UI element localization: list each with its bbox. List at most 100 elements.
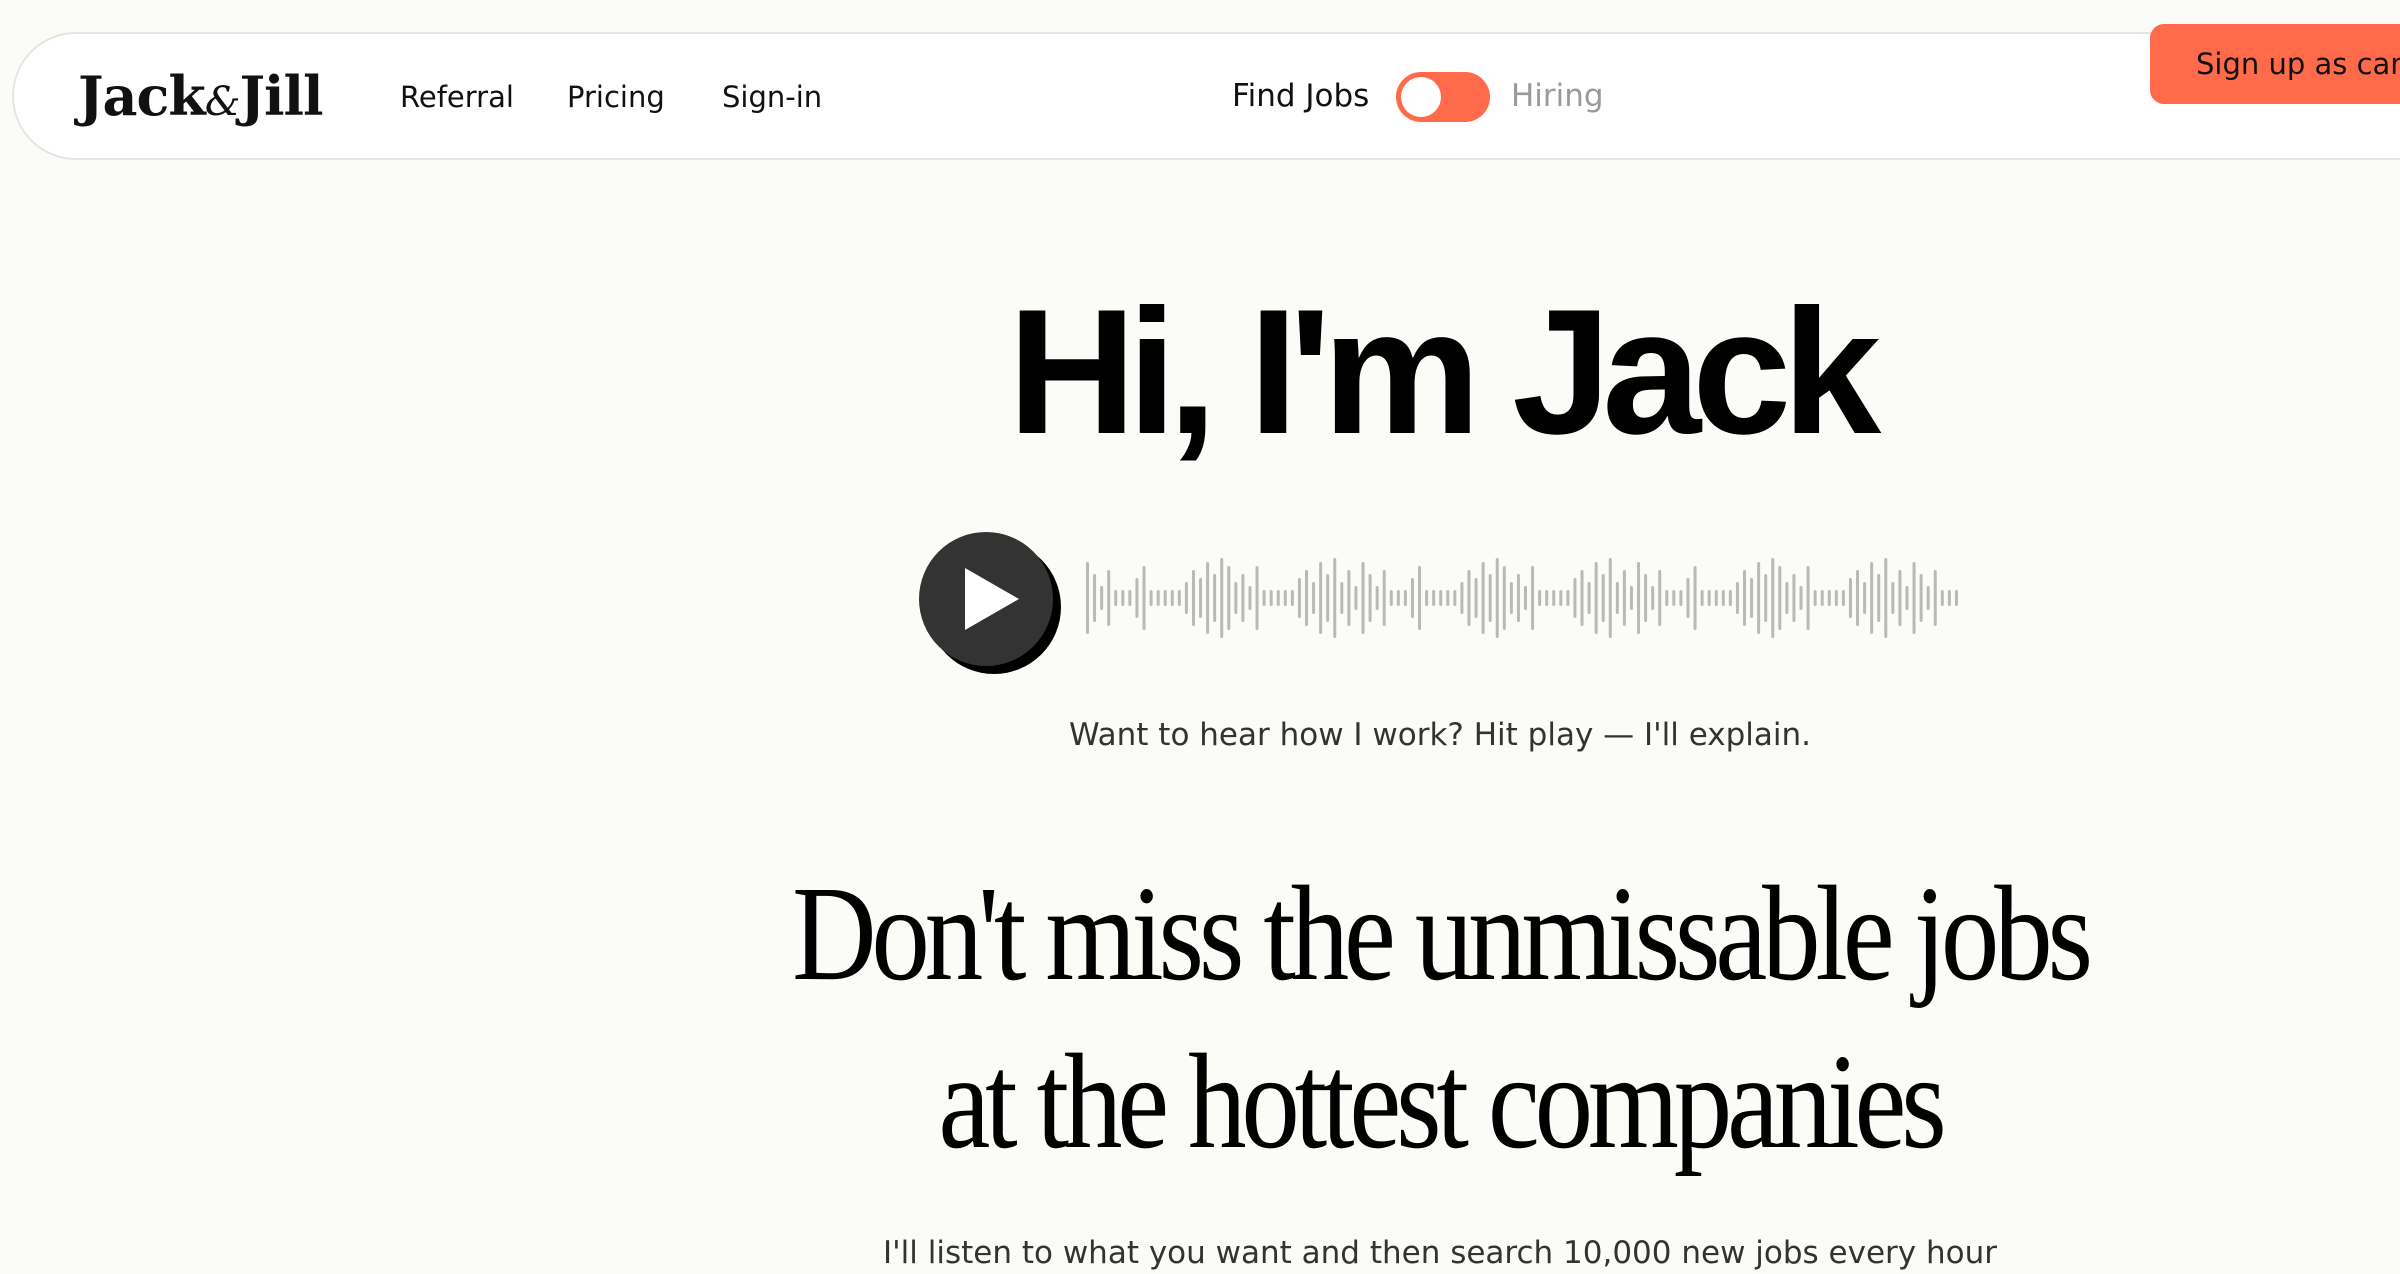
waveform-bar [1820,590,1824,606]
waveform-bar [1269,590,1273,606]
waveform-bar [1573,578,1577,618]
waveform-bar [1347,570,1351,626]
waveform-bar [1170,590,1174,606]
waveform-bar [1439,590,1443,606]
waveform-bar [1637,562,1641,634]
waveform-bar [1114,590,1118,606]
audio-waveform-icon[interactable] [1086,556,1962,640]
waveform-bar [1884,558,1888,638]
waveform-bar [1149,590,1153,606]
waveform-bar [1354,586,1358,610]
waveform-bar [1933,570,1937,626]
waveform-bar [1856,570,1860,626]
waveform-bar [1566,590,1570,606]
waveform-bar [1587,582,1591,614]
waveform-bar [1248,586,1252,610]
waveform-bar [1199,578,1203,618]
waveform-bar [1142,566,1146,630]
waveform-bar [1184,582,1188,614]
waveform-bar [1432,590,1436,606]
waveform-bar [1947,590,1951,606]
logo-part-jack: Jack [78,64,206,128]
waveform-bar [1410,578,1414,618]
waveform-bar [1919,574,1923,622]
waveform-bar [1524,586,1527,610]
waveform-bar [1552,590,1556,606]
waveform-bar [1361,562,1365,634]
mode-label-hiring[interactable]: Hiring [1511,76,1604,116]
waveform-bar [1559,590,1563,606]
waveform-bar [1863,582,1867,614]
waveform-bar [1580,570,1584,626]
waveform-bar [1679,590,1683,606]
waveform-bar [1177,590,1181,606]
waveform-bar [1474,578,1478,618]
nav-link-referral[interactable]: Referral [400,78,514,116]
waveform-bar [1333,558,1337,638]
audio-hint-text: Want to hear how I work? Hit play — I'll… [1068,717,1812,753]
waveform-bar [1721,590,1725,606]
waveform-bar [1262,590,1266,606]
waveform-bar [1841,590,1845,606]
waveform-bar [1191,570,1195,626]
waveform-bar [1728,590,1732,606]
waveform-bar [1785,582,1789,614]
waveform-bar [1241,574,1245,622]
waveform-bar [1743,570,1746,626]
mode-label-find-jobs[interactable]: Find Jobs [1232,76,1369,116]
waveform-bar [1446,590,1450,606]
waveform-bar [1771,558,1775,638]
waveform-bar [1488,574,1492,622]
waveform-bar [1735,582,1739,614]
waveform-bar [1898,570,1902,626]
waveform-bar [1220,558,1224,638]
waveform-bar [1870,562,1874,634]
find-jobs-hiring-toggle[interactable] [1396,72,1490,122]
waveform-bar [1255,566,1259,630]
sign-up-as-candidate-button[interactable]: Sign up as candidate [2150,24,2400,104]
jack-and-jill-logo[interactable]: Jack&Jill [78,64,324,134]
waveform-bar [1213,574,1217,622]
waveform-bar [1297,578,1301,618]
waveform-bar [1375,586,1379,610]
waveform-bar [1700,590,1704,606]
waveform-bar [1651,586,1655,610]
waveform-bar [1227,566,1231,630]
waveform-bar [1460,582,1464,614]
waveform-bar [1644,574,1648,622]
waveform-bar [1813,590,1817,606]
nav-link-sign-in[interactable]: Sign-in [722,78,822,116]
waveform-bar [1601,574,1605,622]
waveform-bar [1693,566,1697,630]
waveform-bar [1206,562,1210,634]
play-icon [965,568,1019,630]
waveform-bar [1502,566,1506,630]
waveform-bar [1940,590,1944,606]
waveform-bar [1608,558,1612,638]
nav-link-pricing[interactable]: Pricing [567,78,665,116]
waveform-bar [1531,566,1535,630]
waveform-bar [1425,590,1429,606]
hero-subtext: I'll listen to what you want and then se… [883,1235,1997,1271]
waveform-bar [1135,578,1139,618]
waveform-bar [1622,570,1626,626]
waveform-bar [1107,570,1111,626]
waveform-bar [1764,574,1768,622]
waveform-bar [1714,590,1718,606]
waveform-bar [1891,582,1895,614]
waveform-bar [1128,590,1132,606]
waveform-bar [1834,590,1838,606]
waveform-bar [1290,590,1294,606]
waveform-bar [1658,570,1662,626]
waveform-bar [1538,590,1542,606]
hero-headline: Don't miss the unmissable jobs at the ho… [0,850,2400,1186]
waveform-bar [1954,590,1958,606]
logo-ampersand: & [204,79,241,125]
logo-part-jill: Jill [239,64,323,128]
waveform-bar [1163,590,1167,606]
waveform-bar [1926,586,1930,610]
waveform-bar [1877,574,1881,622]
waveform-bar [1778,566,1782,630]
waveform-bar [1750,578,1754,618]
play-audio-button[interactable] [919,532,1053,666]
